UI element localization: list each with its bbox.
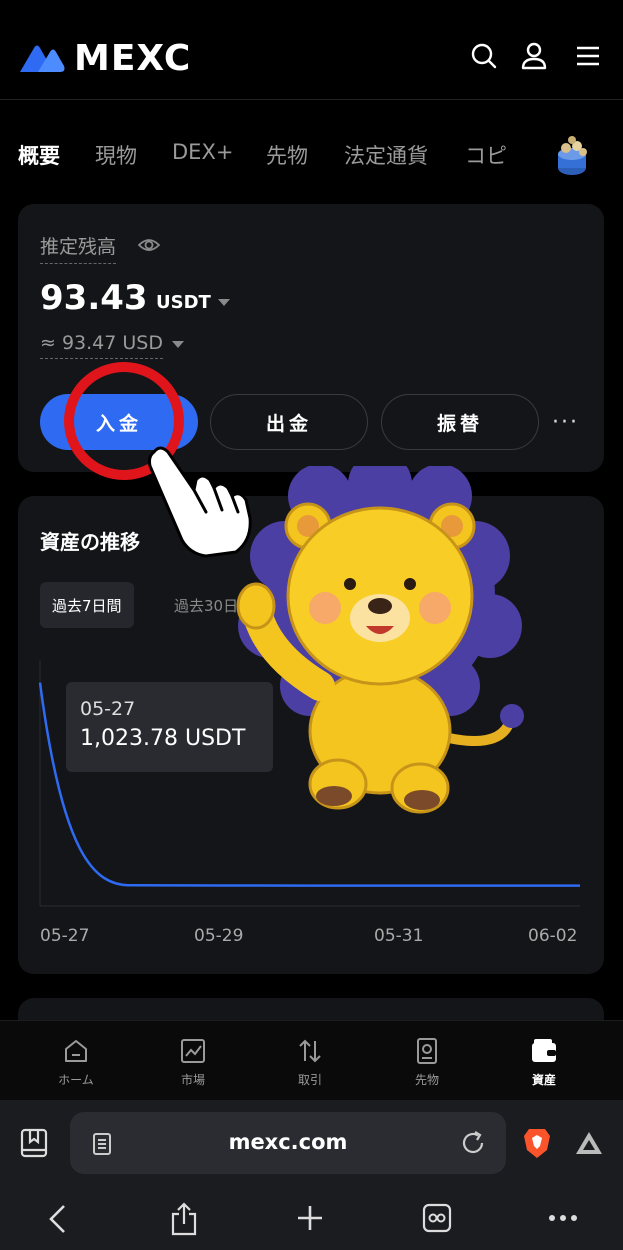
avatar[interactable] (552, 134, 592, 176)
app-header: MEXC (0, 0, 623, 100)
home-icon (65, 1040, 87, 1062)
nav-label: 先物 (414, 1073, 439, 1087)
new-tab-icon[interactable] (296, 1204, 324, 1232)
address-bar[interactable]: mexc.com (70, 1112, 506, 1174)
market-icon (181, 1039, 205, 1063)
browser-toolbar: mexc.com (0, 1100, 623, 1250)
nav-label: 資産 (531, 1073, 556, 1087)
mexc-logo[interactable]: MEXC (18, 38, 191, 79)
bookmarks-icon[interactable] (20, 1128, 50, 1160)
nav-assets[interactable]: 資産 (504, 1037, 584, 1088)
nav-label: 取引 (297, 1073, 322, 1087)
menu-icon[interactable] (574, 42, 602, 70)
nav-futures[interactable]: 先物 (387, 1037, 467, 1088)
share-icon[interactable] (170, 1202, 198, 1236)
reload-icon[interactable] (460, 1130, 486, 1156)
search-icon[interactable] (470, 42, 498, 70)
brave-shield-icon[interactable] (522, 1126, 552, 1160)
balance-usd-equivalent[interactable]: ≈ 93.47 USD (40, 332, 163, 359)
chevron-down-icon[interactable] (172, 341, 184, 348)
transfer-button[interactable]: 振替 (381, 394, 539, 450)
x-tick-label: 05-29 (194, 926, 244, 946)
bottom-navigation: ホーム 市場 取引 先物 資産 (0, 1020, 623, 1100)
nav-trade[interactable]: 取引 (270, 1037, 350, 1088)
x-tick-label: 05-27 (40, 926, 90, 946)
tab-overview[interactable]: 概要 (18, 140, 60, 170)
tab-dex[interactable]: DEX+ (172, 140, 233, 164)
mexc-logo-icon (20, 45, 65, 72)
balance-value: 93.43 (40, 278, 148, 318)
nav-market[interactable]: 市場 (153, 1037, 233, 1088)
x-tick-label: 06-02 (528, 926, 578, 946)
asset-tabs: 概要 現物 DEX+ 先物 法定通貨 コピ (0, 130, 623, 180)
brave-rewards-icon[interactable] (574, 1130, 604, 1156)
tab-fiat[interactable]: 法定通貨 (344, 140, 428, 170)
url-text: mexc.com (228, 1130, 348, 1154)
tab-copy[interactable]: コピ (465, 140, 507, 170)
nav-label: ホーム (58, 1073, 94, 1087)
chevron-down-icon[interactable] (218, 299, 230, 306)
eye-icon[interactable] (138, 234, 160, 256)
more-button[interactable]: ··· (552, 410, 579, 435)
x-tick-label: 05-31 (374, 926, 424, 946)
tabs-icon[interactable] (422, 1203, 452, 1233)
estimated-balance-label[interactable]: 推定残高 (40, 232, 117, 264)
user-icon[interactable] (520, 42, 548, 70)
trade-icon (299, 1039, 321, 1063)
balance-unit-selector[interactable]: USDT (156, 292, 211, 313)
back-icon[interactable] (46, 1204, 70, 1234)
futures-icon (417, 1038, 437, 1064)
tab-futures[interactable]: 先物 (266, 140, 308, 170)
wallet-icon (532, 1039, 556, 1062)
nav-home[interactable]: ホーム (36, 1037, 116, 1088)
tab-spot[interactable]: 現物 (95, 140, 137, 170)
more-options-icon[interactable] (548, 1210, 578, 1226)
brand-name: MEXC (74, 38, 192, 79)
lion-mascot-icon (236, 466, 524, 814)
nav-label: 市場 (180, 1073, 205, 1087)
